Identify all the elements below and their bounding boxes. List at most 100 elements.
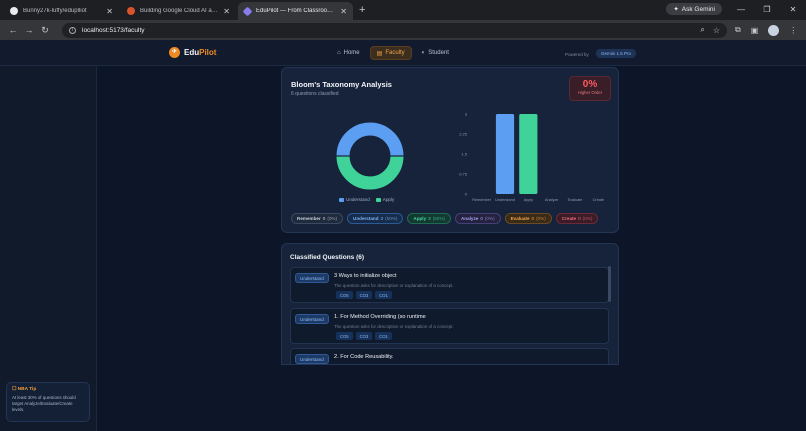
- model-badge: Gemini 1.5 Pro: [596, 49, 637, 58]
- close-tab-icon[interactable]: ✕: [223, 7, 230, 16]
- bloom-subtitle: 6 questions classified: [291, 91, 339, 97]
- home-icon: ⌂: [337, 50, 341, 56]
- bloom-donut-chart: [336, 122, 404, 190]
- question-text: 3 Ways to initialize object: [334, 273, 397, 279]
- donut-slice-understand[interactable]: [336, 122, 404, 157]
- bloom-bar-chart: 0 0.75 1.5 2.25 3 Remember Understand Apply Anal…: [459, 112, 604, 203]
- donut-legend: Understand Apply: [339, 197, 394, 202]
- questions-scrollbar[interactable]: [608, 266, 611, 302]
- bloom-level-pills: Remember 0 (0%) Understand 3 (50%) Apply 3 (50%)…: [291, 213, 599, 224]
- bookmark-star-icon[interactable]: ☆: [713, 26, 720, 35]
- higher-order-label: Higher Order: [577, 90, 603, 95]
- new-tab-button[interactable]: +: [359, 2, 365, 20]
- bloom-pill-evaluate[interactable]: Evaluate 0 (0%): [504, 213, 552, 224]
- ask-gemini-label: Ask Gemini: [681, 5, 715, 13]
- bloom-pill-pct: (0%): [582, 216, 593, 221]
- question-level-badge: Understand: [295, 273, 329, 283]
- nav-faculty-label: Faculty: [385, 50, 405, 56]
- address-bar[interactable]: i localhost:5173/faculty ⌕ ☆: [62, 22, 727, 38]
- bloom-pill-count: 3: [380, 216, 384, 221]
- bloom-pill-understand[interactable]: Understand 3 (50%): [347, 213, 404, 224]
- forward-icon[interactable]: →: [22, 25, 36, 35]
- bloom-pill-name: Create: [561, 216, 577, 221]
- browser-tab-bar: Bunny27k-luffy/eduplliot ✕ Building Goog…: [0, 0, 806, 20]
- bloom-pill-count: 0: [480, 216, 483, 221]
- bloom-pill-apply[interactable]: Apply 3 (50%): [407, 213, 451, 224]
- logo-icon: ✈: [169, 47, 180, 58]
- bar-apply[interactable]: [519, 114, 538, 194]
- y-tick-label: 0: [465, 192, 468, 197]
- browser-tab-google-cloud[interactable]: Building Google Cloud AI agen ✕: [121, 2, 236, 20]
- close-tab-icon[interactable]: ✕: [340, 7, 347, 16]
- question-item[interactable]: Understand 3 Ways to initialize object The…: [290, 267, 609, 303]
- question-description: The question asks for description or exp…: [334, 324, 454, 329]
- url-text: localhost:5173/faculty: [82, 26, 145, 34]
- donut-slice-apply[interactable]: [336, 155, 404, 190]
- bloom-pill-count: 0: [322, 216, 326, 221]
- legend-item-understand[interactable]: Understand: [339, 197, 370, 202]
- profile-avatar[interactable]: [768, 24, 780, 36]
- back-icon[interactable]: ←: [6, 25, 20, 35]
- bar-understand[interactable]: [495, 114, 515, 194]
- bloom-pill-name: Apply: [413, 216, 427, 221]
- site-info-icon[interactable]: i: [69, 26, 76, 34]
- co-tag: CO5: [336, 332, 353, 340]
- bloom-title: Bloom's Taxonomy Analysis: [291, 80, 392, 89]
- nav-home-label: Home: [343, 50, 360, 56]
- legend-item-apply[interactable]: Apply: [375, 197, 394, 202]
- legend-swatch: [339, 197, 344, 202]
- zoom-icon[interactable]: ⌕: [700, 25, 704, 35]
- side-panel-icon[interactable]: ▣: [751, 26, 759, 35]
- book-icon: ▤: [376, 50, 383, 57]
- bloom-pill-name: Analyze: [460, 216, 479, 221]
- tab-title: Bunny27k-luffy/eduplliot: [23, 8, 87, 14]
- browser-tab-github[interactable]: Bunny27k-luffy/eduplliot ✕: [4, 2, 119, 20]
- browser-toolbar: ← → ↻ i localhost:5173/faculty ⌕ ☆ ⧉ ▣ ⋮: [0, 20, 806, 40]
- higher-order-box: 0% Higher Order: [569, 76, 611, 101]
- question-item[interactable]: Understand 1. For Method Overriding (so r…: [290, 308, 609, 344]
- co-tag: CO1: [375, 332, 392, 340]
- x-tick-label: Apply: [524, 198, 534, 202]
- menu-icon[interactable]: ⋮: [789, 26, 797, 35]
- bloom-pill-analyze[interactable]: Analyze 0 (0%): [454, 213, 501, 224]
- question-description: The question asks for description or exp…: [334, 364, 454, 365]
- bloom-pill-pct: (0%): [536, 216, 546, 221]
- nav-faculty[interactable]: ▤ Faculty: [369, 46, 412, 60]
- edupilot-favicon-icon: [242, 6, 253, 16]
- tab-title: EduPilot — From Classroom to: [256, 8, 337, 14]
- browser-tab-edupilot[interactable]: EduPilot — From Classroom to ✕: [238, 2, 353, 20]
- nba-tip-text: At least 30% of questions should target …: [12, 395, 76, 413]
- nba-tip-card: ☐ NBA Tip At least 30% of questions shou…: [6, 382, 90, 422]
- bloom-pill-remember[interactable]: Remember 0 (0%): [291, 213, 344, 224]
- bloom-pill-count: 0: [578, 216, 581, 221]
- article-icon: [127, 7, 135, 15]
- app-header: ✈ EduPilot ⌂ Home ▤ Faculty ◐ Student Power…: [0, 40, 806, 66]
- edupilot-logo[interactable]: ✈ EduPilot: [169, 47, 216, 58]
- ask-gemini-button[interactable]: ✦ Ask Gemini: [666, 3, 722, 15]
- restore-icon[interactable]: ❐: [760, 5, 774, 14]
- powered-by-label: Powered by: [565, 52, 589, 57]
- y-tick-label: 1.5: [461, 152, 467, 157]
- minimize-icon[interactable]: —: [734, 5, 748, 14]
- co-tag: CO3: [355, 332, 373, 340]
- co-tag: CO5: [336, 291, 353, 299]
- nba-tip-title: ☐ NBA Tip: [12, 387, 84, 392]
- extensions-icon[interactable]: ⧉: [735, 25, 741, 35]
- y-tick-label: 2.25: [459, 132, 468, 137]
- nav-student[interactable]: ◐ Student: [416, 46, 455, 60]
- close-tab-icon[interactable]: ✕: [106, 7, 113, 16]
- reload-icon[interactable]: ↻: [38, 25, 52, 36]
- nba-tip-title-text: NBA Tip: [17, 387, 37, 392]
- bloom-pill-name: Understand: [353, 216, 379, 221]
- question-text: 2. For Code Reusability.: [334, 354, 394, 360]
- close-window-icon[interactable]: ✕: [786, 5, 800, 14]
- bloom-pill-pct: (0%): [484, 216, 495, 221]
- question-description: The question asks for description or exp…: [334, 283, 454, 288]
- main-nav: ⌂ Home ▤ Faculty ◐ Student: [331, 46, 455, 60]
- bloom-pill-create[interactable]: Create 0 (0%): [555, 213, 599, 224]
- nav-home[interactable]: ⌂ Home: [331, 46, 366, 60]
- bloom-pill-pct: (50%): [432, 216, 445, 221]
- question-item[interactable]: Understand 2. For Code Reusability. The qu…: [290, 348, 609, 365]
- higher-order-value: 0%: [582, 79, 598, 90]
- bloom-analysis-card: Bloom's Taxonomy Analysis 6 questions cl…: [281, 67, 619, 233]
